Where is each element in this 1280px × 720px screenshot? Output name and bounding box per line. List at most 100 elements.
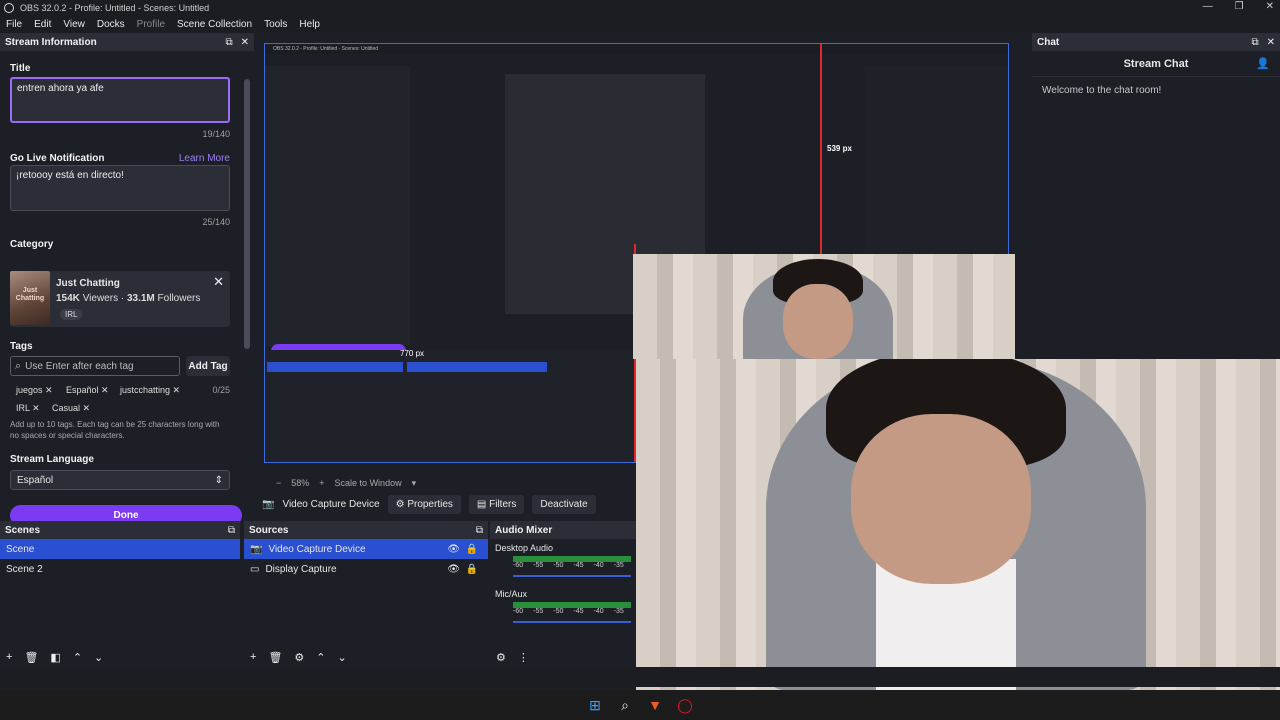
deactivate-button[interactable]: Deactivate	[532, 494, 596, 514]
filters-button[interactable]: ▤ Filters	[468, 494, 525, 514]
sources-dock: Sources ⧉ 📷 Video Capture Device 👁 🔒 ▭ D…	[244, 521, 488, 667]
source-item[interactable]: 📷 Video Capture Device 👁 🔒	[244, 539, 488, 559]
windows-start-icon[interactable]: ⊞	[586, 696, 604, 714]
trash-icon[interactable]: 🗑	[268, 651, 282, 664]
learn-more-link[interactable]: Learn More	[179, 153, 230, 164]
lock-icon[interactable]: 🔒	[466, 544, 478, 555]
advanced-audio-icon[interactable]: ⚙	[496, 651, 506, 664]
zoom-in-icon[interactable]: +	[319, 478, 324, 488]
windows-taskbar: ⊞ ⌕ ▼ ◯	[0, 690, 1280, 720]
minimize-icon[interactable]: —	[1203, 0, 1213, 14]
brave-browser-icon[interactable]: ▼	[646, 696, 664, 714]
menu-help[interactable]: Help	[299, 19, 320, 30]
volume-slider[interactable]	[513, 621, 631, 623]
stream-information-dock: Stream Information ⧉ ✕ Title entren ahora…	[0, 33, 254, 526]
eye-icon[interactable]: 👁	[447, 564, 460, 575]
viewers-label: Viewers	[82, 293, 119, 304]
category-label: Category	[10, 239, 54, 250]
chat-title: Stream Chat	[1123, 57, 1189, 70]
sources-footer: + 🗑 ⚙ ⌃ ⌄	[244, 647, 488, 667]
dock-title: Audio Mixer	[495, 524, 553, 536]
float-icon[interactable]: ⧉	[476, 525, 483, 536]
menu-edit[interactable]: Edit	[34, 19, 51, 30]
remove-category-icon[interactable]: ✕	[213, 274, 224, 290]
move-down-icon[interactable]: ⌄	[338, 651, 347, 664]
category-card: Just Chatting Just Chatting 154K Viewers…	[10, 271, 230, 327]
tags-label: Tags	[10, 341, 33, 352]
restore-icon[interactable]: ❐	[1235, 0, 1244, 14]
menu-tools[interactable]: Tools	[264, 19, 287, 30]
float-icon[interactable]: ⧉	[1251, 37, 1258, 48]
status-bar	[0, 667, 1280, 687]
eye-icon[interactable]: 👁	[447, 544, 460, 555]
mic-aux-channel: Mic/Aux -60 -55 -50 -45 -40 -35	[490, 581, 636, 631]
scene-item[interactable]: Scene	[0, 539, 240, 559]
lock-icon[interactable]: 🔒	[466, 564, 478, 575]
opera-browser-icon[interactable]: ◯	[676, 696, 694, 714]
tag-count: 0/25	[212, 385, 230, 395]
menu-docks[interactable]: Docks	[97, 19, 125, 30]
menu-file[interactable]: File	[6, 19, 22, 30]
user-settings-icon[interactable]: 👤	[1256, 57, 1270, 70]
window-title: OBS 32.0.2 - Profile: Untitled - Scenes:…	[20, 3, 210, 13]
close-icon[interactable]: ✕	[241, 37, 249, 48]
float-icon[interactable]: ⧉	[225, 37, 232, 48]
tag-chip[interactable]: juegos ✕	[16, 385, 53, 396]
add-icon[interactable]: +	[6, 651, 12, 663]
float-icon[interactable]: ⧉	[228, 525, 235, 536]
menu-dots-icon[interactable]: ⋮	[518, 651, 529, 664]
category-image-text: Just Chatting	[15, 287, 45, 302]
nested-stream-info	[265, 66, 410, 346]
menu-view[interactable]: View	[63, 19, 85, 30]
scenes-header: Scenes ⧉	[0, 521, 240, 539]
menu-profile[interactable]: Profile	[137, 19, 165, 30]
zoom-out-icon[interactable]: −	[276, 478, 281, 488]
channel-name: Desktop Audio	[495, 543, 554, 553]
search-icon: ⌕	[15, 359, 22, 372]
title-input[interactable]: entren ahora ya afe	[10, 77, 230, 123]
source-label: Display Capture	[265, 563, 337, 575]
scenes-footer: + 🗑 ◧ ⌃ ⌄	[0, 647, 240, 667]
dock-title: Stream Information	[5, 36, 97, 48]
tag-chip[interactable]: Casual ✕	[52, 403, 90, 414]
trash-icon[interactable]: 🗑	[24, 651, 38, 664]
tag-chip[interactable]: IRL ✕	[16, 403, 40, 414]
move-up-icon[interactable]: ⌃	[73, 651, 82, 664]
window-titlebar: OBS 32.0.2 - Profile: Untitled - Scenes:…	[0, 0, 1280, 16]
guide-label-539: 539 px	[827, 144, 852, 153]
properties-button[interactable]: ⚙ Properties	[387, 494, 461, 514]
chat-welcome-message: Welcome to the chat room!	[1042, 85, 1162, 96]
dock-title: Scenes	[5, 524, 41, 536]
meter-ticks: -60 -55 -50 -45 -40 -35	[513, 562, 624, 569]
zoom-bar: − 58% + Scale to Window ▾	[254, 476, 634, 490]
add-tag-button[interactable]: Add Tag	[186, 356, 230, 376]
tag-entry-row: ⌕ Use Enter after each tag Add Tag	[10, 356, 230, 376]
followers-count: 33.1M	[126, 293, 155, 304]
move-down-icon[interactable]: ⌄	[94, 651, 103, 664]
category-image: Just Chatting	[10, 271, 50, 325]
channel-name: Mic/Aux	[495, 589, 528, 599]
search-icon[interactable]: ⌕	[616, 696, 634, 714]
gear-icon[interactable]: ⚙	[294, 651, 304, 664]
tag-input[interactable]: ⌕ Use Enter after each tag	[10, 356, 180, 376]
selected-source-name: Video Capture Device	[282, 498, 380, 510]
move-up-icon[interactable]: ⌃	[316, 651, 325, 664]
language-select[interactable]: Español ⇕	[10, 470, 230, 490]
obs-logo-icon	[4, 3, 14, 13]
filter-icon[interactable]: ◧	[50, 651, 60, 664]
notification-input[interactable]: ¡retoooy está en directo!	[10, 165, 230, 211]
menu-scene-collection[interactable]: Scene Collection	[177, 19, 252, 30]
scrollbar[interactable]	[244, 79, 250, 349]
scale-dropdown-icon[interactable]: ▾	[412, 478, 417, 489]
close-icon[interactable]: ✕	[1267, 37, 1275, 48]
monitor-icon: ▭	[250, 563, 260, 575]
close-icon[interactable]: ✕	[1266, 0, 1274, 14]
category-tag: IRL	[60, 309, 83, 320]
tag-chip[interactable]: Español ✕	[66, 385, 109, 396]
volume-slider[interactable]	[513, 575, 631, 577]
scale-mode[interactable]: Scale to Window	[335, 478, 402, 488]
tag-chip[interactable]: justcchatting ✕	[120, 385, 180, 396]
source-item[interactable]: ▭ Display Capture 👁 🔒	[244, 559, 488, 579]
scene-item[interactable]: Scene 2	[0, 559, 240, 579]
add-icon[interactable]: +	[250, 651, 256, 663]
